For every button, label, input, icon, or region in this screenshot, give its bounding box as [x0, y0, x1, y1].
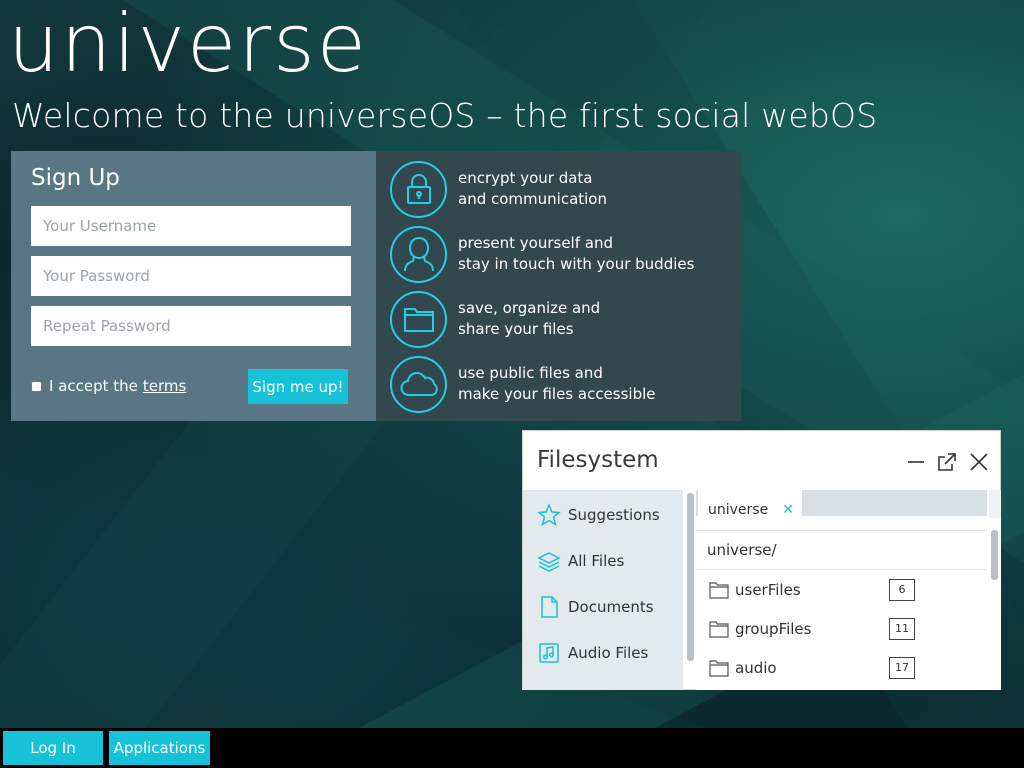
welcome-tagline: Welcome to the universeOS – the first so…: [12, 96, 878, 135]
username-input[interactable]: [31, 206, 351, 246]
star-icon: [537, 503, 561, 527]
feature-encrypt-line1: encrypt your data: [458, 169, 593, 187]
universe-logo: universe: [8, 0, 368, 90]
row-count-badge: 17: [889, 657, 915, 679]
feature-files-line2: share your files: [458, 320, 574, 338]
tab-universe[interactable]: universe ✕: [698, 490, 802, 520]
filesystem-title: Filesystem: [537, 447, 659, 473]
folder-icon: [390, 290, 447, 348]
tab-label: universe: [708, 502, 769, 518]
sign-me-up-button[interactable]: Sign me up!: [248, 369, 348, 404]
row-count-badge: 6: [889, 579, 915, 601]
signup-panel: Sign Up I accept the terms Sign me up!: [11, 151, 376, 421]
sidebar-label: All Files: [568, 552, 625, 570]
sidebar-label: Audio Files: [568, 644, 649, 662]
sidebar-item-documents[interactable]: Documents: [537, 595, 654, 619]
close-icon[interactable]: [968, 451, 990, 473]
tab-bar: universe ✕: [696, 490, 987, 520]
user-icon: [390, 225, 447, 283]
feature-present-line2: stay in touch with your buddies: [458, 255, 695, 273]
filesystem-window: Filesystem Suggestions All Files Documen…: [522, 430, 1001, 690]
audio-file-icon: [537, 641, 561, 665]
log-in-button[interactable]: Log In: [3, 731, 103, 765]
file-list-scrollbar[interactable]: [991, 530, 998, 580]
signup-title: Sign Up: [31, 165, 120, 191]
feature-files: save, organize and share your files: [390, 289, 730, 349]
tab-close-icon[interactable]: ✕: [782, 502, 794, 520]
minimize-icon[interactable]: [905, 451, 927, 473]
terms-row: I accept the terms: [31, 377, 186, 395]
tabbar-edge: [989, 490, 1001, 518]
folder-icon: [709, 620, 729, 638]
sidebar-item-all-files[interactable]: All Files: [537, 549, 624, 573]
feature-public: use public files and make your files acc…: [390, 354, 730, 414]
row-name: userFiles: [735, 581, 801, 599]
features-panel: encrypt your data and communication pres…: [376, 151, 741, 421]
accept-terms-label: I accept the: [49, 377, 138, 395]
accept-terms-checkbox[interactable]: [31, 380, 42, 392]
feature-public-line1: use public files and: [458, 364, 603, 382]
feature-encrypt-line2: and communication: [458, 190, 607, 208]
folder-icon: [709, 659, 729, 677]
path-breadcrumb: universe/: [696, 530, 987, 570]
password-input[interactable]: [31, 256, 351, 296]
taskbar: Log In Applications: [0, 728, 1024, 768]
folder-icon: [709, 581, 729, 599]
sidebar-scrollbar[interactable]: [687, 493, 694, 661]
cloud-icon: [390, 355, 447, 413]
feature-present: present yourself and stay in touch with …: [390, 224, 730, 284]
repeat-password-input[interactable]: [31, 306, 351, 346]
sidebar-label: Suggestions: [568, 506, 660, 524]
filesystem-main: universe ✕ universe/ userFiles 6 groupFi…: [696, 490, 1001, 690]
lock-icon: [390, 160, 447, 218]
terms-link[interactable]: terms: [143, 377, 186, 395]
feature-encrypt: encrypt your data and communication: [390, 159, 730, 219]
layers-icon: [537, 549, 561, 573]
sidebar-item-suggestions[interactable]: Suggestions: [537, 503, 660, 527]
filesystem-sidebar: Suggestions All Files Documents Audio Fi…: [523, 490, 683, 690]
applications-button[interactable]: Applications: [109, 731, 210, 765]
row-name: audio: [735, 659, 777, 677]
document-icon: [537, 595, 561, 619]
row-count-badge: 11: [889, 618, 915, 640]
sidebar-item-audio-files[interactable]: Audio Files: [537, 641, 648, 665]
row-name: groupFiles: [735, 620, 812, 638]
feature-present-line1: present yourself and: [458, 234, 613, 252]
feature-files-line1: save, organize and: [458, 299, 601, 317]
maximize-icon[interactable]: [936, 451, 958, 473]
sidebar-label: Documents: [568, 598, 654, 616]
feature-public-line2: make your files accessible: [458, 385, 656, 403]
